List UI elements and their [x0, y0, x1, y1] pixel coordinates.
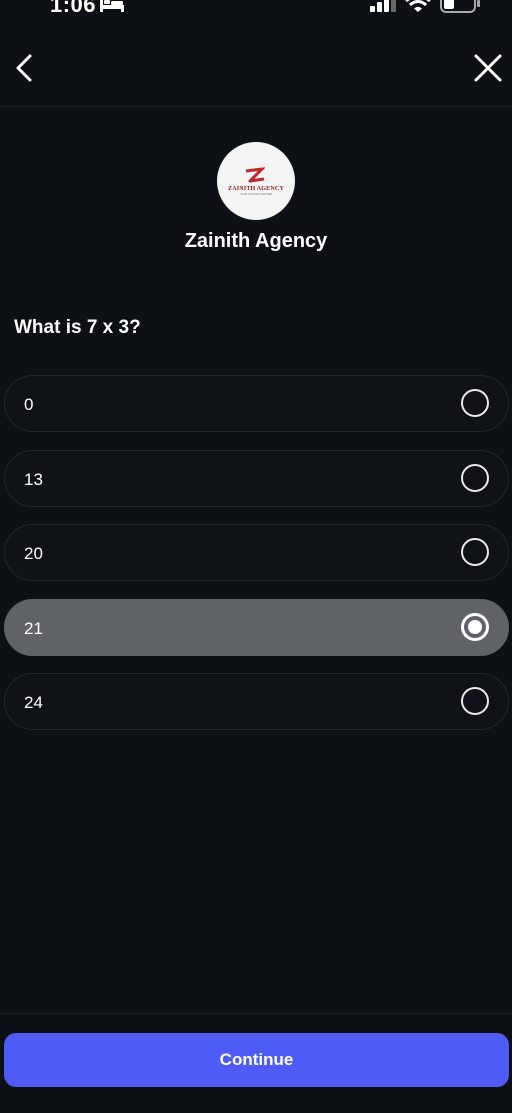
- top-nav: [0, 40, 512, 107]
- answer-option-0[interactable]: 0: [4, 375, 509, 432]
- agency-logo: ZAINITH AGENCY YOUR TRUSTED PARTNER: [217, 142, 295, 220]
- radio-unchecked-icon[interactable]: [461, 463, 489, 492]
- logo-subtext: YOUR TRUSTED PARTNER: [239, 192, 273, 196]
- chevron-left-icon: [10, 54, 40, 88]
- status-bar: 1:06: [0, 0, 512, 22]
- radio-unchecked-icon[interactable]: [461, 538, 489, 566]
- answer-option-24[interactable]: 24: [4, 673, 509, 730]
- radio-unchecked-icon[interactable]: [461, 389, 489, 417]
- status-time: 1:06: [50, 0, 97, 17]
- continue-button[interactable]: Continue: [4, 1033, 509, 1087]
- logo-text: ZAINITH AGENCY: [228, 185, 284, 192]
- close-button[interactable]: [472, 52, 504, 84]
- signal-icon: [370, 0, 398, 17]
- option-label: 24: [24, 693, 43, 712]
- answer-options: 0 13 20 21 24: [4, 375, 509, 748]
- agency-name: Zainith Agency: [184, 230, 328, 252]
- bed-icon: [100, 0, 124, 17]
- radio-dot: [468, 619, 482, 634]
- wifi-icon: [405, 0, 431, 17]
- battery-icon: [440, 0, 480, 19]
- logo-mark-icon: [245, 166, 265, 182]
- answer-option-21[interactable]: 21: [4, 598, 509, 656]
- back-button[interactable]: [10, 52, 40, 84]
- answer-option-20[interactable]: 20: [4, 524, 509, 581]
- option-label: 13: [24, 469, 43, 489]
- option-label: 0: [24, 395, 34, 414]
- radio-unchecked-icon[interactable]: [461, 687, 489, 715]
- option-label: 21: [24, 618, 43, 638]
- option-label: 20: [24, 544, 43, 563]
- question-text: What is 7 x 3?: [14, 317, 141, 338]
- radio-checked-icon[interactable]: [461, 612, 489, 641]
- answer-option-13[interactable]: 13: [4, 449, 509, 507]
- footer-divider: [0, 1013, 512, 1014]
- close-icon: [472, 54, 504, 88]
